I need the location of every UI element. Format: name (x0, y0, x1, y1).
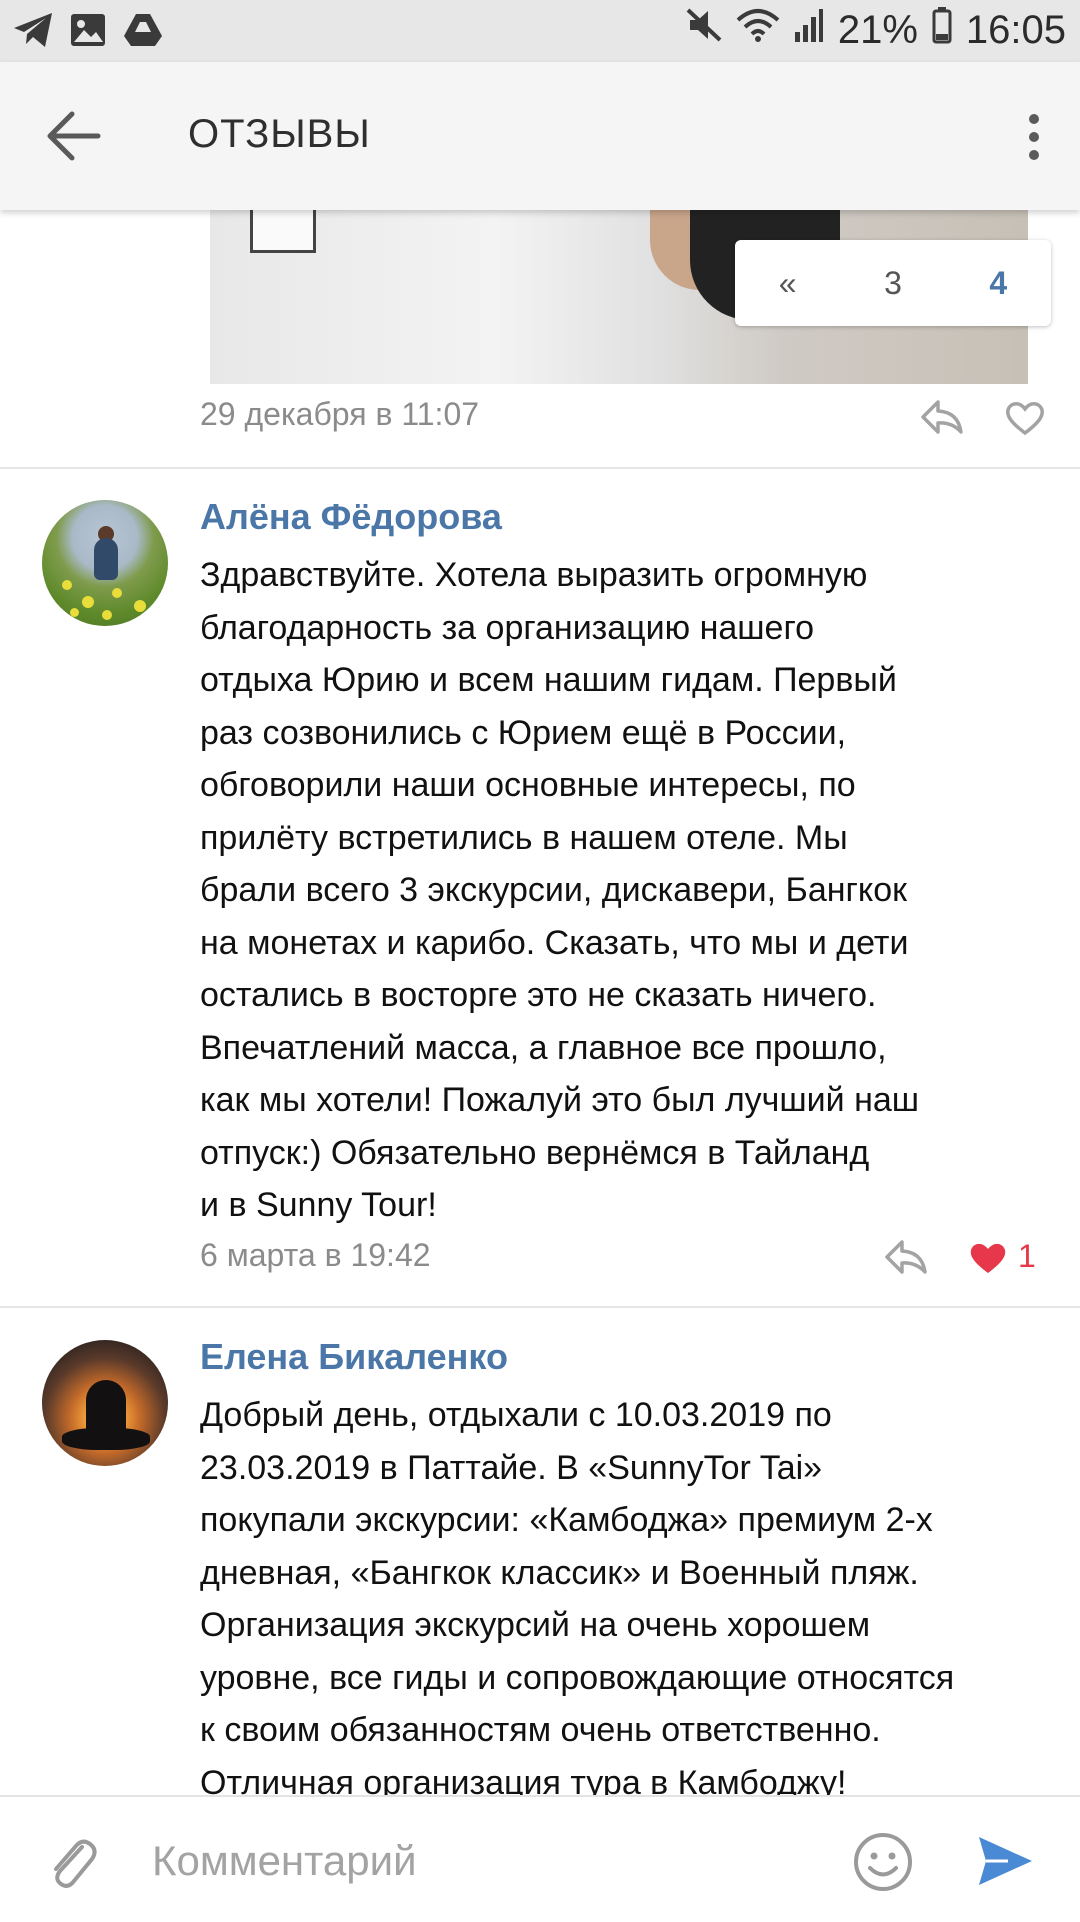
reply-icon[interactable] (884, 1238, 928, 1281)
like-icon-filled[interactable] (968, 1240, 1008, 1281)
divider (0, 1306, 1080, 1308)
review-author[interactable]: Елена Бикаленко (200, 1336, 508, 1378)
review-line: остались в восторге это не сказать ничег… (200, 976, 877, 1014)
review-line: брали всего 3 экскурсии, дискавери, Банг… (200, 871, 907, 909)
review-text: Добрый день, отдыхали с 10.03.2019 по 23… (200, 1389, 1050, 1809)
mute-icon (686, 6, 722, 54)
battery-icon (932, 6, 952, 54)
review-timestamp: 6 марта в 19:42 (200, 1237, 431, 1273)
battery-percent: 21% (837, 7, 918, 52)
pagination-prev[interactable]: « (779, 265, 797, 302)
post-timestamp: 29 декабря в 11:07 (200, 396, 480, 432)
comment-bar: Комментарий (0, 1795, 1080, 1922)
attach-icon[interactable] (44, 1833, 100, 1898)
review-line: покупали экскурсии: «Камбоджа» премиум 2… (200, 1501, 933, 1539)
review-line: Организация экскурсий на очень хорошем (200, 1606, 871, 1644)
review-line: 23.03.2019 в Паттайе. В «SunnyTor Tai» (200, 1448, 823, 1487)
status-bar: 21% 16:05 (0, 0, 1080, 62)
app-bar: ОТЗЫВЫ (0, 62, 1080, 210)
comment-input[interactable]: Комментарий (152, 1837, 417, 1885)
emoji-icon[interactable] (852, 1831, 914, 1898)
pagination-page-active[interactable]: 4 (989, 265, 1007, 302)
review-line: как мы хотели! Пожалуй это был лучший на… (200, 1081, 920, 1119)
review-line: на монетах и карибо. Сказать, что мы и д… (200, 923, 909, 962)
reply-icon[interactable] (920, 398, 964, 441)
review-line: Добрый день, отдыхали с 10.03.2019 по (200, 1396, 832, 1434)
like-icon[interactable] (1005, 400, 1045, 441)
review-author[interactable]: Алёна Фёдорова (200, 496, 502, 538)
review-line: дневная, «Бангкок классик» и Военный пля… (200, 1553, 919, 1592)
review-line: отдыха Юрию и всем нашим гидам. Первый (200, 661, 897, 699)
page-title: ОТЗЫВЫ (188, 112, 371, 156)
divider (0, 467, 1080, 469)
clock: 16:05 (965, 7, 1066, 52)
review-line: и в Sunny Tour! (200, 1186, 437, 1224)
pagination-page[interactable]: 3 (884, 265, 902, 302)
wifi-icon (736, 6, 780, 54)
drive-icon (122, 10, 164, 55)
image-icon (68, 10, 108, 55)
review-line: к своим обязанностям очень ответственно. (200, 1711, 881, 1749)
more-vertical-icon[interactable] (1022, 114, 1046, 160)
review-line: Здравствуйте. Хотела выразить огромную (200, 556, 868, 594)
back-arrow-icon[interactable] (44, 108, 104, 164)
review-line: благодарность за организацию нашего (200, 608, 815, 647)
review-line: обговорили наши основные интересы, по (200, 766, 856, 804)
review-line: Впечатлений масса, а главное все прошло, (200, 1028, 887, 1067)
telegram-icon (12, 10, 54, 55)
review-line: уровне, все гиды и сопровождающие относя… (200, 1658, 955, 1697)
review-line: отпуск:) Обязательно вернёмся в Тайланд (200, 1133, 870, 1172)
signal-icon (794, 6, 824, 54)
review-line: раз созвонились с Юрием ещё в России, (200, 713, 847, 752)
review-text: Здравствуйте. Хотела выразить огромную б… (200, 549, 1050, 1232)
review-line: прилёту встретились в нашем отеле. Мы (200, 818, 848, 857)
like-count: 1 (1018, 1238, 1036, 1274)
avatar[interactable] (42, 500, 168, 626)
send-icon[interactable] (976, 1833, 1034, 1894)
photo-pagination: « 3 4 (735, 240, 1051, 326)
photo-detail (250, 210, 316, 253)
avatar[interactable] (42, 1340, 168, 1466)
